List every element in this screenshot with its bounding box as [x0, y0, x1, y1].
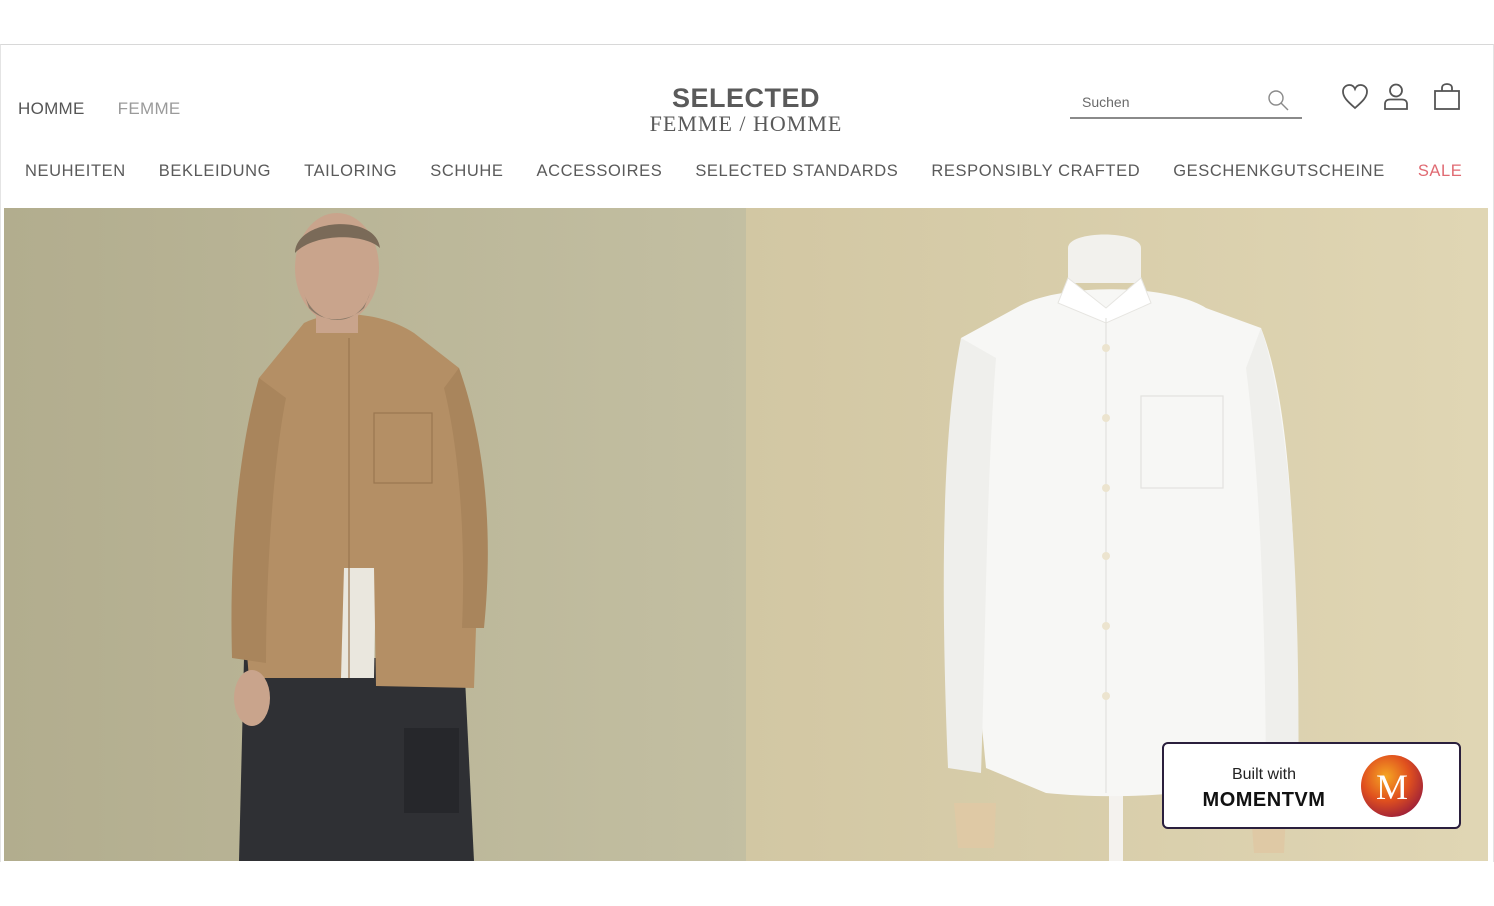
built-with-momentvm-badge[interactable]: Built with MOMENTVM M — [1162, 742, 1461, 829]
search-icon[interactable] — [1266, 88, 1290, 112]
nav-accessoires[interactable]: ACCESSOIRES — [537, 162, 663, 181]
user-icon[interactable] — [1382, 82, 1410, 112]
nav-neuheiten[interactable]: NEUHEITEN — [25, 162, 126, 181]
momentvm-logo-letter: M — [1376, 767, 1408, 807]
brand-logo[interactable]: SELECTED FEMME / HOMME — [640, 84, 852, 136]
main-nav: NEUHEITEN BEKLEIDUNG TAILORING SCHUHE AC… — [25, 162, 1462, 181]
search-box — [1070, 84, 1302, 119]
badge-brand: MOMENTVM — [1202, 789, 1326, 811]
gender-nav: HOMME FEMME — [18, 99, 181, 119]
nav-bekleidung[interactable]: BEKLEIDUNG — [159, 162, 271, 181]
badge-built-with: Built with — [1231, 766, 1297, 783]
logo-line2: FEMME / HOMME — [649, 111, 843, 136]
nav-selected-standards[interactable]: SELECTED STANDARDS — [695, 162, 898, 181]
tab-homme[interactable]: HOMME — [18, 99, 85, 119]
nav-sale[interactable]: SALE — [1418, 162, 1463, 181]
logo-line1: SELECTED — [671, 83, 821, 113]
tab-femme[interactable]: FEMME — [118, 99, 181, 119]
heart-icon[interactable] — [1341, 82, 1369, 112]
momentvm-logo-icon: M — [1361, 755, 1423, 817]
nav-geschenkgutscheine[interactable]: GESCHENKGUTSCHEINE — [1173, 162, 1385, 181]
nav-tailoring[interactable]: TAILORING — [304, 162, 397, 181]
shopping-bag-icon[interactable] — [1433, 82, 1461, 112]
model-photo — [4, 208, 746, 861]
search-input[interactable] — [1082, 90, 1252, 114]
nav-responsibly-crafted[interactable]: RESPONSIBLY CRAFTED — [931, 162, 1140, 181]
nav-schuhe[interactable]: SCHUHE — [430, 162, 503, 181]
hero-image-model[interactable] — [4, 208, 746, 861]
